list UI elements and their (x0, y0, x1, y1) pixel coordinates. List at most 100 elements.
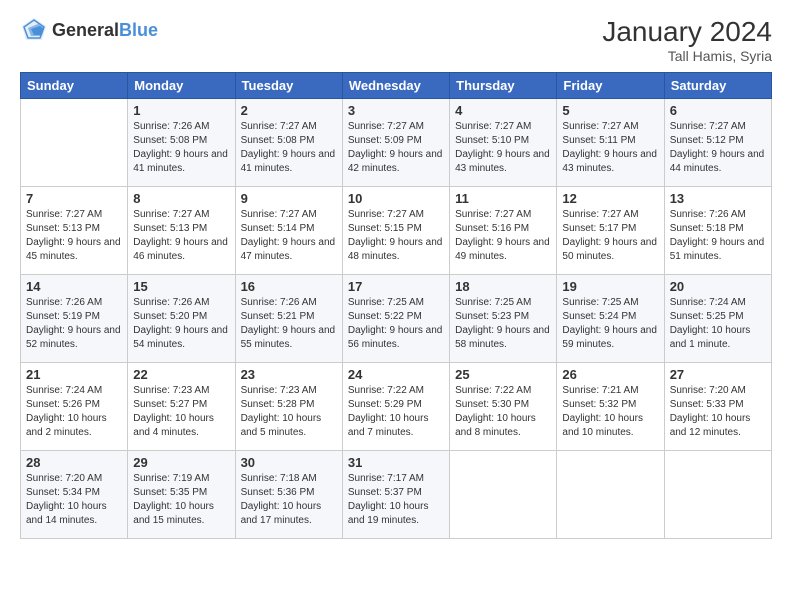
week-row-3: 14 Sunrise: 7:26 AMSunset: 5:19 PMDayligh… (21, 275, 772, 363)
day-cell: 21Sunrise: 7:24 AMSunset: 5:26 PMDayligh… (21, 363, 128, 451)
day-cell: 27Sunrise: 7:20 AMSunset: 5:33 PMDayligh… (664, 363, 771, 451)
week-row-5: 28 Sunrise: 7:20 AMSunset: 5:34 PMDayligh… (21, 451, 772, 539)
day-number: 17 (348, 279, 444, 294)
day-header-wednesday: Wednesday (342, 73, 449, 99)
week-row-2: 7 Sunrise: 7:27 AMSunset: 5:13 PMDaylight… (21, 187, 772, 275)
day-info: Sunrise: 7:27 AMSunset: 5:09 PMDaylight:… (348, 120, 444, 176)
day-number: 6 (670, 103, 766, 118)
day-info: Sunrise: 7:26 AMSunset: 5:08 PMDaylight:… (133, 120, 229, 176)
logo-blue: Blue (119, 20, 158, 40)
day-header-saturday: Saturday (664, 73, 771, 99)
day-cell: 17 Sunrise: 7:25 AMSunset: 5:22 PMDayligh… (342, 275, 449, 363)
day-info: Sunrise: 7:23 AMSunset: 5:28 PMDaylight:… (241, 384, 337, 440)
day-number: 2 (241, 103, 337, 118)
day-number: 24 (348, 367, 444, 382)
logo: GeneralBlue (20, 16, 158, 44)
day-header-sunday: Sunday (21, 73, 128, 99)
day-cell: 3 Sunrise: 7:27 AMSunset: 5:09 PMDaylight… (342, 99, 449, 187)
header-row: SundayMondayTuesdayWednesdayThursdayFrid… (21, 73, 772, 99)
day-info: Sunrise: 7:26 AMSunset: 5:19 PMDaylight:… (26, 296, 122, 352)
day-number: 10 (348, 191, 444, 206)
day-info: Sunrise: 7:26 AMSunset: 5:21 PMDaylight:… (241, 296, 337, 352)
day-info: Sunrise: 7:25 AMSunset: 5:23 PMDaylight:… (455, 296, 551, 352)
day-cell: 20 Sunrise: 7:24 AMSunset: 5:25 PMDayligh… (664, 275, 771, 363)
day-cell: 8Sunrise: 7:27 AMSunset: 5:13 PMDaylight… (128, 187, 235, 275)
day-header-friday: Friday (557, 73, 664, 99)
day-info: Sunrise: 7:26 AMSunset: 5:18 PMDaylight:… (670, 208, 766, 264)
day-info: Sunrise: 7:17 AMSunset: 5:37 PMDaylight:… (348, 472, 444, 528)
day-number: 1 (133, 103, 229, 118)
day-cell: 12 Sunrise: 7:27 AMSunset: 5:17 PMDayligh… (557, 187, 664, 275)
day-cell: 23 Sunrise: 7:23 AMSunset: 5:28 PMDayligh… (235, 363, 342, 451)
day-number: 29 (133, 455, 229, 470)
logo-general: General (52, 20, 119, 40)
day-info: Sunrise: 7:26 AMSunset: 5:20 PMDaylight:… (133, 296, 229, 352)
day-info: Sunrise: 7:27 AMSunset: 5:12 PMDaylight:… (670, 120, 766, 176)
day-info: Sunrise: 7:27 AMSunset: 5:08 PMDaylight:… (241, 120, 337, 176)
header: GeneralBlue January 2024 Tall Hamis, Syr… (20, 16, 772, 64)
day-number: 3 (348, 103, 444, 118)
day-number: 13 (670, 191, 766, 206)
day-number: 4 (455, 103, 551, 118)
day-cell: 16 Sunrise: 7:26 AMSunset: 5:21 PMDayligh… (235, 275, 342, 363)
day-info: Sunrise: 7:20 AMSunset: 5:34 PMDaylight:… (26, 472, 122, 528)
day-cell: 2 Sunrise: 7:27 AMSunset: 5:08 PMDaylight… (235, 99, 342, 187)
day-number: 20 (670, 279, 766, 294)
day-info: Sunrise: 7:25 AMSunset: 5:24 PMDaylight:… (562, 296, 658, 352)
day-info: Sunrise: 7:27 AMSunset: 5:13 PMDaylight:… (26, 208, 122, 264)
day-number: 12 (562, 191, 658, 206)
day-cell: 25 Sunrise: 7:22 AMSunset: 5:30 PMDayligh… (450, 363, 557, 451)
day-number: 28 (26, 455, 122, 470)
day-cell: 31Sunrise: 7:17 AMSunset: 5:37 PMDayligh… (342, 451, 449, 539)
day-cell: 26Sunrise: 7:21 AMSunset: 5:32 PMDayligh… (557, 363, 664, 451)
day-info: Sunrise: 7:27 AMSunset: 5:17 PMDaylight:… (562, 208, 658, 264)
logo-icon (20, 16, 48, 44)
day-number: 19 (562, 279, 658, 294)
month-year: January 2024 (602, 16, 772, 48)
location: Tall Hamis, Syria (602, 48, 772, 64)
day-number: 30 (241, 455, 337, 470)
day-cell: 30 Sunrise: 7:18 AMSunset: 5:36 PMDayligh… (235, 451, 342, 539)
calendar-body: 1 Sunrise: 7:26 AMSunset: 5:08 PMDaylight… (21, 99, 772, 539)
day-number: 9 (241, 191, 337, 206)
day-number: 23 (241, 367, 337, 382)
day-cell: 22Sunrise: 7:23 AMSunset: 5:27 PMDayligh… (128, 363, 235, 451)
day-info: Sunrise: 7:27 AMSunset: 5:10 PMDaylight:… (455, 120, 551, 176)
day-number: 7 (26, 191, 122, 206)
day-number: 5 (562, 103, 658, 118)
day-number: 14 (26, 279, 122, 294)
day-cell (450, 451, 557, 539)
day-info: Sunrise: 7:18 AMSunset: 5:36 PMDaylight:… (241, 472, 337, 528)
day-cell: 15Sunrise: 7:26 AMSunset: 5:20 PMDayligh… (128, 275, 235, 363)
day-number: 21 (26, 367, 122, 382)
calendar-page: GeneralBlue January 2024 Tall Hamis, Syr… (0, 0, 792, 549)
day-info: Sunrise: 7:22 AMSunset: 5:30 PMDaylight:… (455, 384, 551, 440)
day-info: Sunrise: 7:22 AMSunset: 5:29 PMDaylight:… (348, 384, 444, 440)
day-cell (664, 451, 771, 539)
day-info: Sunrise: 7:27 AMSunset: 5:14 PMDaylight:… (241, 208, 337, 264)
day-info: Sunrise: 7:27 AMSunset: 5:16 PMDaylight:… (455, 208, 551, 264)
day-cell: 28 Sunrise: 7:20 AMSunset: 5:34 PMDayligh… (21, 451, 128, 539)
day-header-thursday: Thursday (450, 73, 557, 99)
day-cell: 9 Sunrise: 7:27 AMSunset: 5:14 PMDaylight… (235, 187, 342, 275)
day-cell: 19 Sunrise: 7:25 AMSunset: 5:24 PMDayligh… (557, 275, 664, 363)
day-info: Sunrise: 7:23 AMSunset: 5:27 PMDaylight:… (133, 384, 229, 440)
title-area: January 2024 Tall Hamis, Syria (602, 16, 772, 64)
day-number: 8 (133, 191, 229, 206)
day-info: Sunrise: 7:25 AMSunset: 5:22 PMDaylight:… (348, 296, 444, 352)
day-info: Sunrise: 7:24 AMSunset: 5:25 PMDaylight:… (670, 296, 766, 352)
day-header-tuesday: Tuesday (235, 73, 342, 99)
day-number: 11 (455, 191, 551, 206)
day-info: Sunrise: 7:27 AMSunset: 5:11 PMDaylight:… (562, 120, 658, 176)
calendar-table: SundayMondayTuesdayWednesdayThursdayFrid… (20, 72, 772, 539)
day-cell: 11 Sunrise: 7:27 AMSunset: 5:16 PMDayligh… (450, 187, 557, 275)
week-row-4: 21Sunrise: 7:24 AMSunset: 5:26 PMDayligh… (21, 363, 772, 451)
day-cell: 4 Sunrise: 7:27 AMSunset: 5:10 PMDaylight… (450, 99, 557, 187)
week-row-1: 1 Sunrise: 7:26 AMSunset: 5:08 PMDaylight… (21, 99, 772, 187)
day-number: 16 (241, 279, 337, 294)
day-cell: 14 Sunrise: 7:26 AMSunset: 5:19 PMDayligh… (21, 275, 128, 363)
day-number: 27 (670, 367, 766, 382)
day-info: Sunrise: 7:21 AMSunset: 5:32 PMDaylight:… (562, 384, 658, 440)
day-number: 25 (455, 367, 551, 382)
day-cell (557, 451, 664, 539)
